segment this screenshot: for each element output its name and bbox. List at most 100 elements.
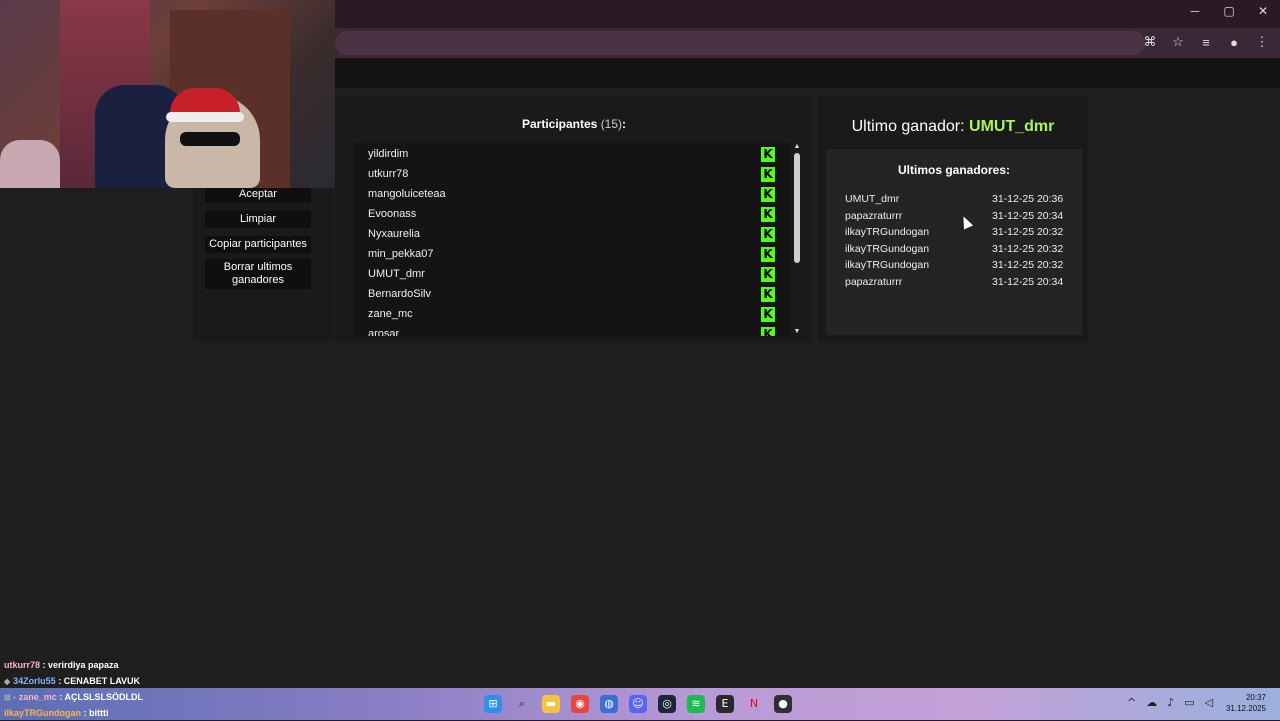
chevron-up-icon[interactable]: ^	[1127, 696, 1136, 709]
winner-row: ilkayTRGundogan 31-12-25 20:32	[845, 226, 1070, 242]
participant-row[interactable]: Evoonass K	[353, 205, 791, 225]
clock-date: 31.12.2025	[1225, 704, 1266, 713]
winner-date: 31-12-25 20:34	[992, 276, 1064, 288]
chat-overlay: utkurr78 : verirdiya papaza ◆ 34Zorlu55 : …	[4, 657, 143, 721]
url-input[interactable]	[335, 31, 1145, 55]
menu-icon[interactable]: ⋮	[1254, 34, 1270, 50]
participant-row[interactable]: arosar K	[353, 325, 791, 336]
winner-row: ilkayTRGundogan 31-12-25 20:32	[845, 243, 1070, 259]
delete-last-winners-button[interactable]: Borrar ultimos ganadores	[205, 259, 311, 289]
winner-date: 31-12-25 20:32	[992, 242, 1064, 255]
close-icon[interactable]: ✕	[1256, 4, 1270, 18]
cloud-icon[interactable]: ☁	[1146, 696, 1157, 709]
winner-row: UMUT_dmr 31-12-25 20:36	[845, 193, 1070, 209]
participants-label: Participantes	[521, 117, 598, 131]
chrome-icon[interactable]: ◉	[571, 695, 589, 713]
display-icon[interactable]: ▭	[1184, 696, 1194, 709]
chat-message: : bittti	[83, 708, 109, 718]
last-winner-name: UMUT_dmr	[969, 118, 1055, 135]
scroll-up-arrow-icon[interactable]: ▲	[791, 143, 803, 151]
participant-row[interactable]: yildirdim K	[353, 145, 791, 165]
window-controls: ─ ▢ ✕	[1188, 4, 1270, 18]
kick-icon: K	[761, 267, 775, 282]
chat-message: : AÇLSLSLSÖDLDL	[59, 692, 143, 702]
participant-name: mangoluiceteaa	[368, 188, 446, 200]
participant-row[interactable]: min_pekka07 K	[353, 245, 791, 265]
windows-start-icon[interactable]: ⊞	[484, 695, 502, 713]
kick-icon: K	[761, 147, 775, 162]
winner-row: papazraturrr 31-12-25 20:34	[845, 276, 1070, 292]
participant-name: utkurr78	[368, 168, 409, 180]
webcam-overlay	[0, 0, 335, 188]
volume-icon[interactable]: ◁	[1205, 696, 1213, 709]
minimize-icon[interactable]: ─	[1188, 4, 1202, 18]
winner-name: ilkayTRGundogan	[845, 226, 930, 239]
participants-title: Participantes (15):	[335, 117, 813, 131]
last-winner-label: Ultimo ganador:	[851, 118, 965, 135]
winner-name: ilkayTRGundogan	[845, 242, 930, 255]
participant-name: BernardoSilv	[368, 288, 431, 300]
accept-button[interactable]: Aceptar	[205, 186, 311, 203]
last-winners-title: Ultimos ganadores:	[897, 163, 1011, 177]
participant-row[interactable]: Nyxaurelia K	[353, 225, 791, 245]
participants-colon: :	[622, 117, 627, 131]
browser-toolbar: ⌘ ☆ ≡ ● ⋮	[1142, 34, 1270, 50]
spotify-icon[interactable]: ≋	[687, 695, 705, 713]
translate-icon[interactable]: ⌘	[1142, 34, 1158, 50]
plush-toy	[0, 140, 60, 188]
winner-name: UMUT_dmr	[845, 193, 900, 205]
participant-row[interactable]: zane_mc K	[353, 305, 791, 325]
chat-line: ⊠ ▪ zane_mc : AÇLSLSLSÖDLDL	[4, 689, 143, 705]
netflix-icon[interactable]: N	[745, 695, 763, 713]
last-winner-heading: Ultimo ganador: UMUT_dmr	[818, 118, 1088, 136]
winner-name: ilkayTRGundogan	[845, 259, 930, 272]
kick-icon: K	[761, 227, 775, 242]
steam-icon[interactable]: ◎	[658, 695, 676, 713]
microphone-icon[interactable]: ♪	[1167, 696, 1174, 709]
chat-username: 34Zorlu55	[13, 676, 56, 686]
obs-icon[interactable]: ●	[774, 695, 792, 713]
scroll-down-arrow-icon[interactable]: ▼	[791, 328, 803, 336]
winner-date: 31-12-25 20:34	[992, 209, 1064, 222]
epic-games-icon[interactable]: E	[716, 695, 734, 713]
edge-alt-icon[interactable]: ◍	[600, 695, 618, 713]
profile-avatar[interactable]: ●	[1226, 35, 1242, 50]
last-winners-box: Ultimos ganadores: UMUT_dmr 31-12-25 20:3…	[826, 149, 1082, 335]
kick-icon: K	[761, 247, 775, 262]
taskbar: ⊞ ⌕ ▬ ◉ ◍ ☺ ◎ ≋ E N ● ^ ☁ ♪ ▭ ◁ 20:37 31.12.2025	[0, 688, 1280, 720]
copy-participants-button[interactable]: Copiar participantes	[205, 236, 311, 253]
kick-icon: K	[761, 307, 775, 322]
kick-icon: K	[761, 167, 775, 182]
sunglasses	[180, 132, 240, 146]
winner-date: 31-12-25 20:32	[992, 226, 1064, 239]
chat-line: utkurr78 : verirdiya papaza	[4, 657, 143, 673]
scroll-thumb[interactable]	[794, 153, 800, 263]
playlist-icon[interactable]: ≡	[1198, 35, 1214, 50]
system-tray: ^ ☁ ♪ ▭ ◁	[1127, 696, 1213, 709]
winner-name: papazraturrr	[845, 276, 903, 288]
participants-panel: Participantes (15): yildirdim K utkurr78 Km…	[335, 96, 813, 342]
participant-row[interactable]: BernardoSilv K	[353, 285, 791, 305]
participant-name: arosar	[368, 328, 400, 336]
search-icon[interactable]: ⌕	[513, 695, 531, 713]
participant-row[interactable]: UMUT_dmr K	[353, 265, 791, 285]
chat-message: : CENABET LAVUK	[58, 676, 141, 686]
file-explorer-icon[interactable]: ▬	[542, 695, 560, 713]
clear-button[interactable]: Limpiar	[205, 211, 311, 228]
chat-username: utkurr78	[4, 660, 41, 670]
maximize-icon[interactable]: ▢	[1222, 4, 1236, 18]
kick-icon: K	[761, 327, 775, 336]
taskbar-icons: ⊞ ⌕ ▬ ◉ ◍ ☺ ◎ ≋ E N ●	[484, 695, 792, 713]
winner-date: 31-12-25 20:36	[992, 193, 1064, 205]
participants-scrollbar[interactable]: ▲ ▼	[791, 143, 803, 336]
star-icon[interactable]: ☆	[1170, 34, 1186, 50]
clock[interactable]: 20:37 31.12.2025	[1226, 692, 1266, 714]
winner-date: 31-12-25 20:32	[992, 259, 1064, 272]
discord-icon[interactable]: ☺	[629, 695, 647, 713]
winners-panel: Ultimo ganador: UMUT_dmr Ultimos ganador…	[818, 96, 1088, 342]
participants-list[interactable]: yildirdim Kutkurr78 Kmangoluiceteaa K Evoona…	[353, 143, 791, 336]
clock-time: 20:37	[1245, 693, 1266, 702]
participant-row[interactable]: utkurr78 K	[353, 165, 791, 185]
participant-row[interactable]: mangoluiceteaa K	[353, 185, 791, 205]
participant-name: min_pekka07	[368, 248, 434, 260]
